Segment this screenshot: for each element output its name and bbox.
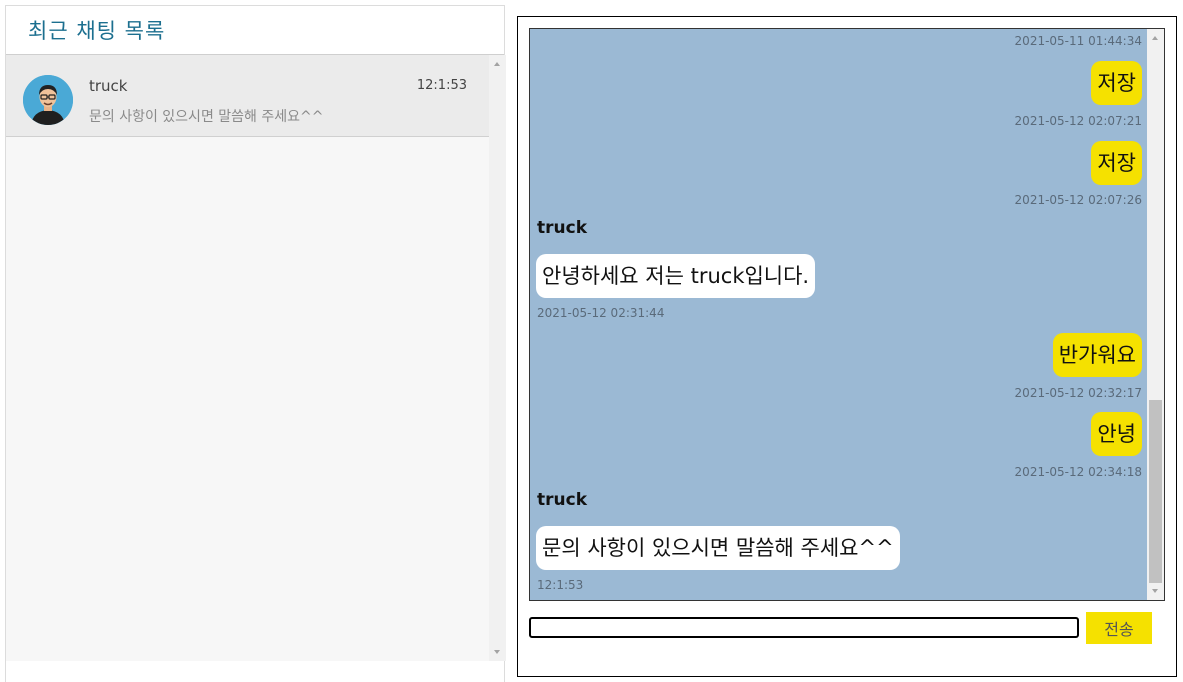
sender-name: truck xyxy=(537,490,587,510)
chat-room-panel: 2021-05-11 01:44:34 저장 2021-05-12 02:07:… xyxy=(517,16,1177,677)
scroll-up-arrow-icon[interactable] xyxy=(1152,36,1158,40)
chat-item-name: truck xyxy=(89,77,128,95)
chat-list-scrollbar[interactable] xyxy=(489,55,506,661)
their-message-bubble: 문의 사항이 있으시면 말씀해 주세요^^ xyxy=(536,526,900,570)
chat-list-title: 최근 채팅 목록 xyxy=(28,19,166,43)
my-message-bubble: 안녕 xyxy=(1091,412,1142,456)
message-timestamp: 2021-05-12 02:31:44 xyxy=(537,306,665,320)
my-message-bubble: 저장 xyxy=(1091,61,1142,105)
scrollbar-thumb[interactable] xyxy=(1149,400,1162,583)
avatar xyxy=(23,75,73,125)
message-timestamp: 12:1:53 xyxy=(537,578,584,592)
message-input[interactable] xyxy=(529,617,1079,638)
chat-list: truck 12:1:53 문의 사항이 있으시면 말씀해 주세요^^ xyxy=(6,55,506,661)
message-scrollbar[interactable] xyxy=(1147,29,1164,600)
my-message-bubble: 저장 xyxy=(1091,141,1142,185)
message-area: 2021-05-11 01:44:34 저장 2021-05-12 02:07:… xyxy=(529,28,1165,601)
chat-list-item[interactable]: truck 12:1:53 문의 사항이 있으시면 말씀해 주세요^^ xyxy=(6,55,489,137)
message-timestamp: 2021-05-12 02:07:21 xyxy=(1014,114,1142,128)
chat-item-time: 12:1:53 xyxy=(416,78,467,93)
my-message-bubble: 반가워요 xyxy=(1052,333,1142,377)
message-timestamp: 2021-05-12 02:34:18 xyxy=(1014,465,1142,479)
chat-list-panel: 최근 채팅 목록 truck 12:1:53 문의 사항이 있으시면 말씀해 주 xyxy=(5,5,506,682)
scroll-up-arrow-icon[interactable] xyxy=(494,62,500,66)
scroll-down-arrow-icon[interactable] xyxy=(494,650,500,654)
their-message-bubble: 안녕하세요 저는 truck입니다. xyxy=(536,254,816,298)
message-timestamp: 2021-05-12 02:32:17 xyxy=(1014,386,1142,400)
scroll-down-arrow-icon[interactable] xyxy=(1152,589,1158,593)
message-timestamp: 2021-05-11 01:44:34 xyxy=(1014,34,1142,48)
chat-list-header: 최근 채팅 목록 xyxy=(6,6,504,55)
message-timestamp: 2021-05-12 02:07:26 xyxy=(1014,193,1142,207)
send-button[interactable]: 전송 xyxy=(1086,612,1152,644)
chat-item-preview: 문의 사항이 있으시면 말씀해 주세요^^ xyxy=(89,109,324,125)
user-avatar-icon xyxy=(23,75,73,125)
sender-name: truck xyxy=(537,218,587,238)
